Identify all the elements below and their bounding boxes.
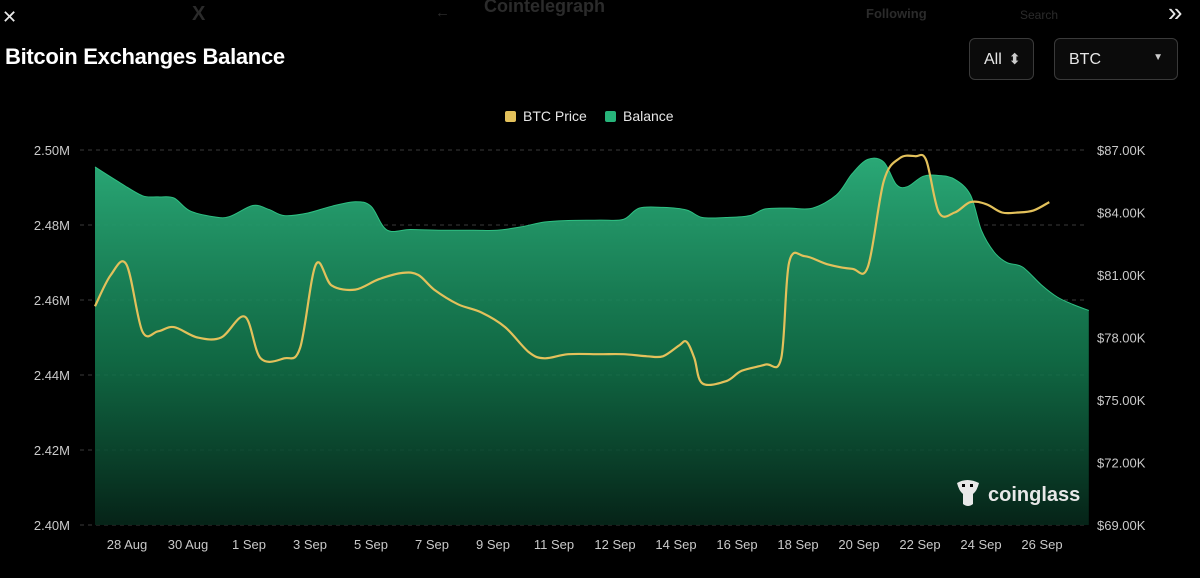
right-tick-label: $84.00K (1097, 206, 1146, 221)
chart-canvas: 2.50M2.48M2.46M2.44M2.42M2.40M $87.00K$8… (34, 108, 1146, 552)
left-tick-label: 2.42M (34, 443, 70, 458)
left-axis: 2.50M 2.48M 2.46M 2.44M 2.42M 2.40M (34, 143, 70, 533)
x-tick-label: 28 Aug (107, 537, 148, 552)
right-tick-label: $87.00K (1097, 143, 1146, 158)
left-tick-label: 2.46M (34, 293, 70, 308)
right-tick-label: $69.00K (1097, 518, 1146, 533)
x-tick-label: 7 Sep (415, 537, 449, 552)
legend-swatch-btc-price[interactable] (505, 111, 516, 122)
x-axis: 28 Aug 30 Aug 1 Sep 3 Sep 5 Sep 7 Sep 9 Sep 11 … (107, 537, 1063, 552)
chart-legend: BTC Price Balance (505, 108, 674, 124)
right-tick-label: $72.00K (1097, 456, 1146, 471)
x-tick-label: 30 Aug (168, 537, 209, 552)
left-tick-label: 2.44M (34, 368, 70, 383)
x-tick-label: 1 Sep (232, 537, 266, 552)
x-tick-label: 22 Sep (899, 537, 940, 552)
x-tick-label: 3 Sep (293, 537, 327, 552)
right-tick-label: $75.00K (1097, 393, 1146, 408)
right-tick-label: $81.00K (1097, 268, 1146, 283)
x-tick-label: 11 Sep (534, 537, 574, 552)
x-tick-label: 12 Sep (594, 537, 635, 552)
x-tick-label: 24 Sep (960, 537, 1001, 552)
x-tick-label: 16 Sep (716, 537, 757, 552)
legend-label-balance[interactable]: Balance (623, 108, 674, 124)
x-tick-label: 18 Sep (777, 537, 818, 552)
left-tick-label: 2.40M (34, 518, 70, 533)
left-tick-label: 2.48M (34, 218, 70, 233)
right-tick-label: $78.00K (1097, 331, 1146, 346)
coinglass-wordmark: coinglass (988, 484, 1080, 506)
x-tick-label: 26 Sep (1021, 537, 1062, 552)
legend-label-btc-price[interactable]: BTC Price (523, 108, 587, 124)
x-tick-label: 5 Sep (354, 537, 388, 552)
x-tick-label: 20 Sep (838, 537, 879, 552)
legend-swatch-balance[interactable] (605, 111, 616, 122)
right-axis: $87.00K $84.00K $81.00K $78.00K $75.00K $72.0… (1097, 143, 1146, 533)
x-tick-label: 14 Sep (655, 537, 696, 552)
x-tick-label: 9 Sep (476, 537, 510, 552)
left-tick-label: 2.50M (34, 143, 70, 158)
